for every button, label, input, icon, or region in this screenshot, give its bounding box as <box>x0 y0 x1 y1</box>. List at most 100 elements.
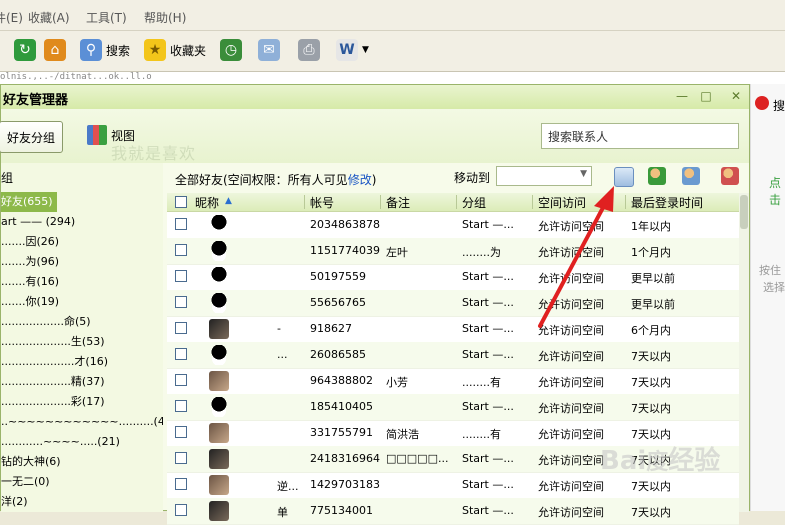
table-row[interactable]: - 918627 Start —... 允许访问空间 6个月内 <box>167 316 739 343</box>
move-to-select[interactable] <box>496 166 592 186</box>
side-panel: 搜 点击 按住 选择 <box>750 84 785 511</box>
group-item[interactable]: .....................才(16) <box>1 352 108 372</box>
table-row[interactable]: 185410405 Start —... 允许访问空间 7天以内 <box>167 394 739 421</box>
account-cell: 331755791 <box>310 426 373 439</box>
group-item[interactable]: .......为(96) <box>1 252 59 272</box>
favorites-button[interactable]: ★ 收藏夹 <box>144 37 206 63</box>
account-cell: 964388802 <box>310 374 373 387</box>
col-space-access[interactable]: 空间访问 <box>538 194 586 211</box>
row-checkbox[interactable] <box>175 244 187 256</box>
table-row[interactable]: 2034863878 Start —... 允许访问空间 1年以内 <box>167 212 739 239</box>
address-text: olnis.,..-/ditnat...ok..ll.o <box>0 72 152 82</box>
row-checkbox[interactable] <box>175 218 187 230</box>
row-checkbox[interactable] <box>175 322 187 334</box>
row-checkbox[interactable] <box>175 270 187 282</box>
table-row[interactable]: 单 775134001 Start —... 允许访问空间 7天以内 <box>167 498 739 525</box>
contact-search-input[interactable]: 搜索联系人 <box>541 123 739 149</box>
group-item[interactable]: ..~~~~~~~~~~~~..........(42) <box>1 412 163 432</box>
row-checkbox[interactable] <box>175 296 187 308</box>
menu-help[interactable]: 帮助(H) <box>144 9 186 26</box>
group-cell: Start —... <box>462 348 514 361</box>
menu-bar: 件(E) 收藏(A) 工具(T) 帮助(H) <box>0 0 785 31</box>
close-icon[interactable]: ✕ <box>727 88 745 104</box>
group-cell: ........有 <box>462 428 501 441</box>
group-cell: Start —... <box>462 270 514 283</box>
add-friend-icon[interactable] <box>648 167 666 185</box>
mail-button[interactable]: ✉ <box>258 37 280 63</box>
table-row[interactable]: ... 26086585 Start —... 允许访问空间 7天以内 <box>167 342 739 369</box>
row-checkbox[interactable] <box>175 478 187 490</box>
group-item[interactable]: 一无二(0) <box>1 472 50 492</box>
row-checkbox[interactable] <box>175 348 187 360</box>
modify-permission-link[interactable]: 修改 <box>348 173 372 187</box>
col-nickname[interactable]: 昵称 <box>195 194 219 211</box>
account-cell: 1151774039 <box>310 244 380 257</box>
avatar <box>209 397 229 417</box>
group-item[interactable]: .......你(19) <box>1 292 59 312</box>
row-checkbox[interactable] <box>175 452 187 464</box>
row-checkbox[interactable] <box>175 504 187 516</box>
group-item[interactable]: art —— (294) <box>1 212 75 232</box>
group-cell: Start —... <box>462 478 514 491</box>
group-item[interactable]: ....................彩(17) <box>1 392 105 412</box>
row-checkbox[interactable] <box>175 426 187 438</box>
space-access-cell: 允许访问空间 <box>538 220 604 233</box>
refresh-button[interactable]: ↻ <box>14 37 36 63</box>
column-divider <box>456 195 457 209</box>
group-item[interactable]: ..................命(5) <box>1 312 91 332</box>
col-group[interactable]: 分组 <box>462 194 486 211</box>
group-item[interactable]: ............~~~~.....(21) <box>1 432 120 452</box>
group-cell: ........有 <box>462 376 501 389</box>
group-item[interactable]: 钻的大神(6) <box>1 452 61 472</box>
menu-tools[interactable]: 工具(T) <box>86 9 127 26</box>
group-item[interactable]: .......有(16) <box>1 272 59 292</box>
side-panel-label: 搜 <box>773 99 785 113</box>
row-checkbox[interactable] <box>175 400 187 412</box>
column-divider <box>380 195 381 209</box>
select-all-checkbox[interactable] <box>175 196 187 208</box>
table-row[interactable]: 964388802 小芳 ........有 允许访问空间 7天以内 <box>167 368 739 395</box>
maximize-icon[interactable]: □ <box>697 88 715 104</box>
minimize-icon[interactable]: — <box>673 88 691 104</box>
print-button[interactable]: ⎙ <box>298 37 320 63</box>
nickname-cell: - <box>277 322 281 335</box>
table-row[interactable]: 55656765 Start —... 允许访问空间 更早以前 <box>167 290 739 317</box>
avatar <box>209 423 229 443</box>
group-item[interactable]: 好友(655) <box>1 192 57 212</box>
title-bar[interactable]: 好友管理器 — □ ✕ <box>1 85 749 109</box>
view-button[interactable]: 视图 <box>87 125 135 145</box>
group-item[interactable]: .......因(26) <box>1 232 59 252</box>
history-button[interactable]: ◷ <box>220 37 242 63</box>
col-last-login[interactable]: 最后登录时间 <box>631 194 703 211</box>
group-item[interactable]: ....................精(37) <box>1 372 105 392</box>
space-access-cell: 允许访问空间 <box>538 480 604 493</box>
scrollbar-thumb[interactable] <box>740 195 748 229</box>
row-checkbox[interactable] <box>175 374 187 386</box>
col-account[interactable]: 帐号 <box>310 194 334 211</box>
avatar <box>209 345 229 365</box>
group-cell: Start —... <box>462 400 514 413</box>
edit-icon[interactable] <box>614 167 634 187</box>
col-remark[interactable]: 备注 <box>386 194 410 211</box>
browser-toolbar: ↻ ⌂ ⚲ 搜索 ★ 收藏夹 ◷ ✉ ⎙ W ▼ <box>0 31 785 72</box>
group-cell: Start —... <box>462 296 514 309</box>
search-label: 搜索 <box>106 43 131 58</box>
edit-button[interactable]: W ▼ <box>336 37 369 63</box>
refresh-icon: ↻ <box>14 39 36 61</box>
menu-file[interactable]: 件(E) <box>0 9 23 26</box>
delete-friend-icon[interactable] <box>721 167 739 185</box>
table-row[interactable]: 1151774039 左叶 ........为 允许访问空间 1个月内 <box>167 238 739 265</box>
table-row[interactable]: 50197559 Start —... 允许访问空间 更早以前 <box>167 264 739 291</box>
scrollbar[interactable] <box>739 193 749 512</box>
home-icon: ⌂ <box>44 39 66 61</box>
group-item[interactable]: 洋(2) <box>1 492 28 512</box>
home-button[interactable]: ⌂ <box>44 37 66 63</box>
search-button[interactable]: ⚲ 搜索 <box>80 37 130 63</box>
friend-settings-icon[interactable] <box>682 167 700 185</box>
avatar <box>209 241 229 261</box>
space-access-cell: 允许访问空间 <box>538 454 604 467</box>
friend-group-button[interactable]: 好友分组 <box>0 121 63 153</box>
menu-favorites[interactable]: 收藏(A) <box>28 9 70 26</box>
view-icon <box>87 125 107 145</box>
group-item[interactable]: ....................生(53) <box>1 332 105 352</box>
